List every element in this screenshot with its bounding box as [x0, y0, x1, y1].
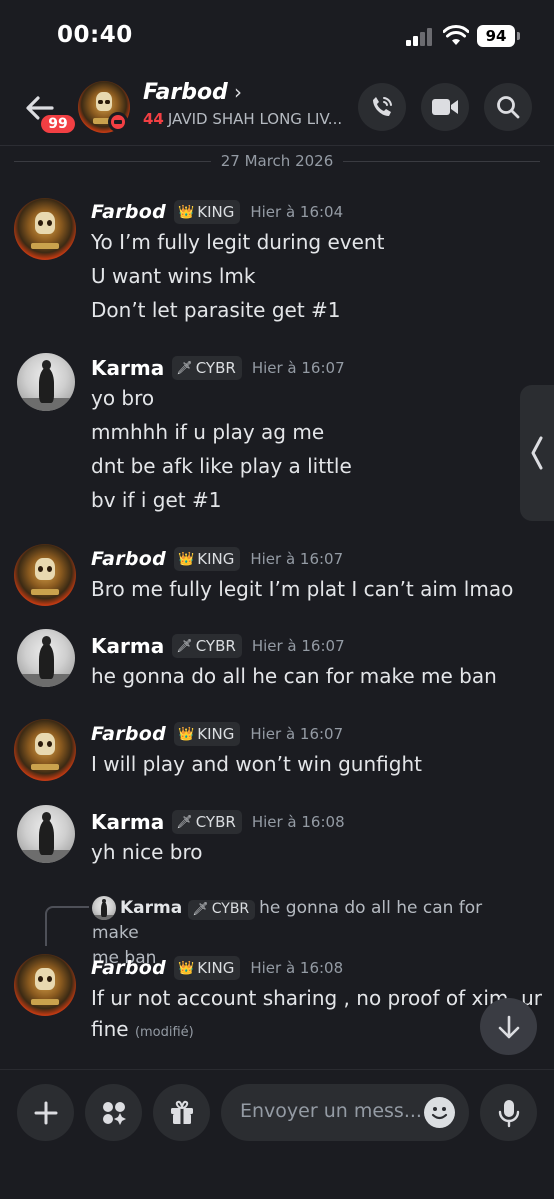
video-camera-icon [432, 99, 458, 115]
status-bar: 00:40 94 [0, 0, 554, 70]
status-emoji: 44 [143, 110, 164, 128]
voice-message-button[interactable] [480, 1084, 537, 1141]
message-line: dnt be afk like play a little [91, 454, 352, 478]
reply-author: Karma [120, 898, 183, 918]
message-composer: Envoyer un mess... [0, 1069, 554, 1199]
author-name[interactable]: Farbod [91, 201, 166, 223]
avatar[interactable] [14, 719, 76, 781]
message-input-placeholder: Envoyer un mess... [240, 1100, 422, 1122]
author-name[interactable]: Karma [91, 810, 164, 834]
battery-indicator: 94 [477, 25, 520, 47]
edited-label: (modifié) [134, 1025, 194, 1040]
message-line: U want wins lmk [91, 264, 256, 288]
phone-call-icon [373, 97, 392, 116]
custom-status-text: JAVID SHAH LONG LIV... [167, 110, 343, 128]
message-line: If ur not account sharing , no proof of … [91, 986, 543, 1010]
message-line: bv if i get #1 [91, 488, 222, 512]
gift-button[interactable] [153, 1084, 210, 1141]
timestamp: Hier à 16:08 [251, 813, 345, 831]
jump-to-bottom-button[interactable] [480, 998, 537, 1055]
chevron-left-icon [531, 436, 543, 470]
custom-status: 44 JAVID SHAH LONG LIV... [143, 110, 342, 128]
server-tag[interactable]: 👑 KING [174, 722, 241, 746]
avatar[interactable] [17, 805, 75, 863]
server-tag: 🗡 CYBR [188, 899, 256, 920]
gift-icon [170, 1100, 193, 1124]
arrow-down-icon [498, 1015, 519, 1038]
message-line: Yo I’m fully legit during event [91, 230, 385, 254]
voice-call-button[interactable] [358, 83, 406, 131]
date-divider-label: 27 March 2026 [210, 152, 344, 170]
member-drawer-handle[interactable] [520, 385, 554, 521]
timestamp: Hier à 16:08 [250, 959, 344, 977]
author-name[interactable]: Farbod [91, 723, 166, 745]
do-not-disturb-status-icon [108, 112, 128, 132]
wifi-icon [443, 25, 469, 45]
emoji-icon[interactable] [424, 1097, 455, 1128]
reply-connector [45, 906, 89, 946]
avatar[interactable] [14, 198, 76, 260]
timestamp: Hier à 16:04 [250, 203, 344, 221]
avatar[interactable] [14, 544, 76, 606]
server-tag[interactable]: 👑 KING [174, 956, 241, 980]
timestamp: Hier à 16:07 [251, 359, 345, 377]
server-tag[interactable]: 👑 KING [174, 200, 241, 224]
server-tag[interactable]: 🗡 CYBR [172, 810, 242, 834]
search-icon [497, 96, 520, 119]
author-name[interactable]: Farbod [91, 957, 166, 979]
timestamp: Hier à 16:07 [251, 637, 345, 655]
video-call-button[interactable] [421, 83, 469, 131]
message-line: yo bro [91, 386, 155, 410]
message-line: yh nice bro [91, 840, 203, 864]
microphone-icon [498, 1099, 519, 1127]
avatar[interactable] [17, 629, 75, 687]
server-tag[interactable]: 🗡 CYBR [172, 356, 242, 380]
sword-badge-icon: 🗡 [176, 638, 193, 654]
unread-count-badge: 99 [38, 112, 78, 136]
message-line: Don’t let parasite get #1 [91, 298, 341, 322]
crown-badge-icon: 👑 [178, 204, 195, 220]
author-name[interactable]: Farbod [91, 548, 166, 570]
attach-button[interactable] [17, 1084, 74, 1141]
crown-badge-icon: 👑 [178, 551, 195, 567]
channel-header: 99 Farbod › 44 JAVID SHAH LONG LIV... [0, 70, 554, 146]
avatar [92, 896, 116, 920]
message-line: mmhhh if u play ag me [91, 420, 325, 444]
cellular-signal-icon [406, 28, 434, 46]
recipient-name[interactable]: Farbod [143, 80, 228, 105]
message-input[interactable]: Envoyer un mess... [221, 1084, 469, 1141]
sword-badge-icon: 🗡 [192, 902, 209, 917]
avatar[interactable] [14, 954, 76, 1016]
sword-badge-icon: 🗡 [176, 814, 193, 830]
message-line: Bro me fully legit I’m plat I can’t aim … [91, 577, 514, 601]
crown-badge-icon: 👑 [178, 960, 195, 976]
timestamp: Hier à 16:07 [250, 725, 344, 743]
author-name[interactable]: Karma [91, 356, 164, 380]
crown-badge-icon: 👑 [178, 726, 195, 742]
avatar[interactable] [17, 353, 75, 411]
author-name[interactable]: Karma [91, 634, 164, 658]
message-line: he gonna do all he can for make me ban [91, 664, 497, 688]
search-button[interactable] [484, 83, 532, 131]
message-line: fine (modifié) [91, 1017, 194, 1041]
plus-icon [34, 1101, 57, 1124]
apps-icon [102, 1101, 126, 1125]
sword-badge-icon: 🗡 [176, 360, 193, 376]
chevron-right-icon[interactable]: › [234, 80, 242, 104]
server-tag[interactable]: 👑 KING [174, 547, 241, 571]
timestamp: Hier à 16:07 [250, 550, 344, 568]
message-line: I will play and won’t win gunfight [91, 752, 422, 776]
apps-button[interactable] [85, 1084, 142, 1141]
status-time: 00:40 [57, 22, 133, 48]
server-tag[interactable]: 🗡 CYBR [172, 634, 242, 658]
date-divider: 27 March 2026 [14, 150, 540, 172]
